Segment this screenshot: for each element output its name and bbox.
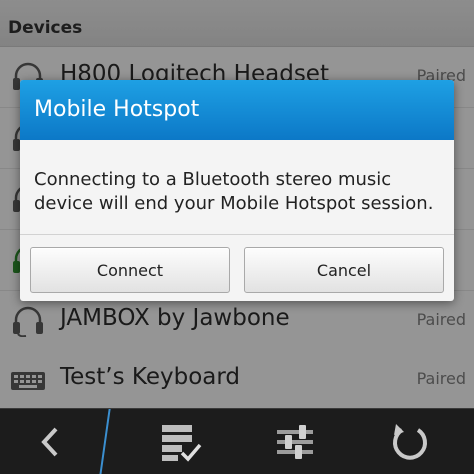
mobile-hotspot-dialog: Mobile Hotspot Connecting to a Bluetooth… [20, 80, 454, 301]
settings-button[interactable] [265, 409, 325, 474]
refresh-icon [393, 424, 427, 460]
action-bar [0, 408, 474, 474]
settings-sliders-icon [277, 425, 313, 459]
select-items-button[interactable] [150, 409, 210, 474]
dialog-divider [20, 234, 454, 235]
dialog-title: Mobile Hotspot [34, 97, 200, 122]
cancel-button[interactable]: Cancel [244, 247, 444, 293]
refresh-button[interactable] [380, 409, 440, 474]
bluetooth-devices-screen: Devices H800 Logitech Headset Paired JAM… [0, 0, 474, 474]
back-icon [41, 427, 58, 457]
dialog-message: Connecting to a Bluetooth stereo music d… [34, 169, 434, 214]
back-button[interactable] [0, 409, 106, 474]
dialog-header: Mobile Hotspot [20, 80, 454, 140]
checklist-icon [162, 425, 202, 462]
connect-button[interactable]: Connect [30, 247, 230, 293]
